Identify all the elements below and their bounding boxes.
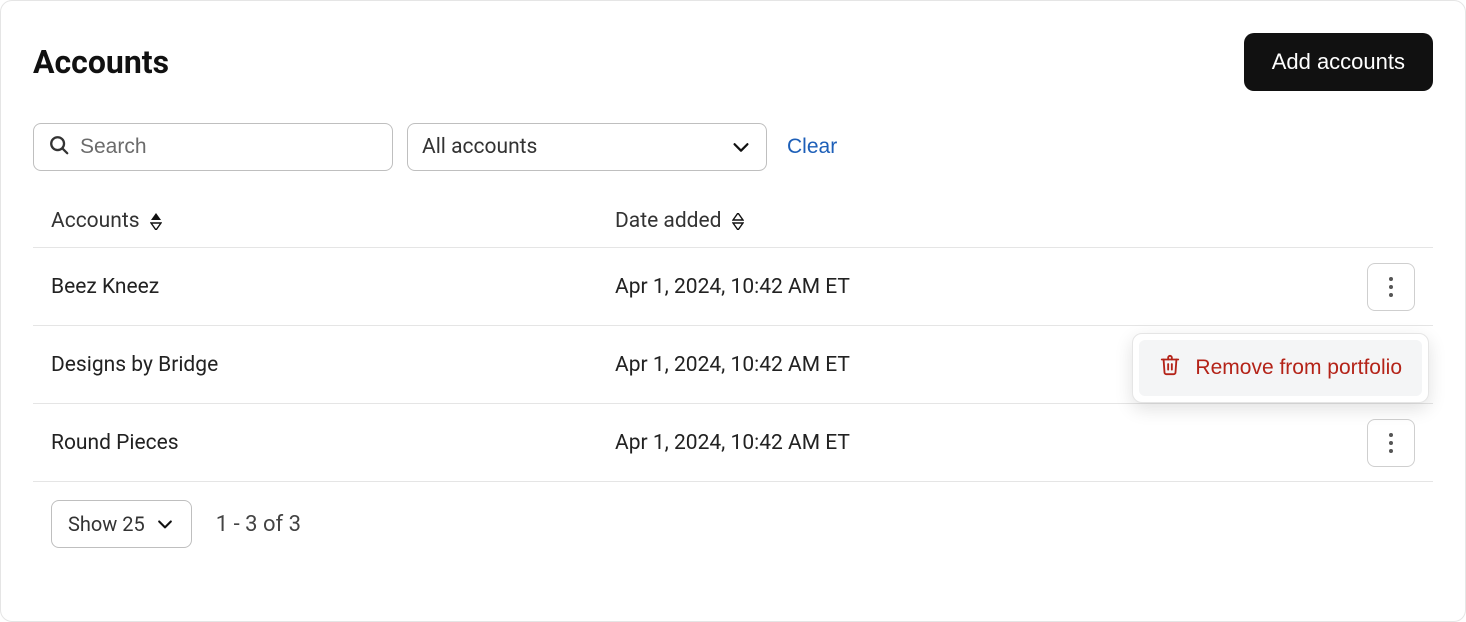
search-input-wrapper[interactable] (33, 123, 393, 171)
remove-from-portfolio-label: Remove from portfolio (1195, 356, 1402, 380)
cell-account-name: Beez Kneez (51, 275, 615, 299)
more-vertical-icon (1389, 433, 1393, 453)
column-header-date-label: Date added (615, 209, 722, 233)
table-header: Accounts Date added (33, 199, 1433, 248)
page-size-select[interactable]: Show 25 (51, 500, 192, 548)
add-accounts-button[interactable]: Add accounts (1244, 33, 1433, 91)
cell-date-added: Apr 1, 2024, 10:42 AM ET (615, 275, 1343, 299)
cell-account-name: Designs by Bridge (51, 353, 615, 377)
filters-row: All accounts Clear (33, 123, 1433, 171)
account-filter-selected-label: All accounts (422, 135, 537, 159)
pagination-range: 1 - 3 of 3 (216, 512, 301, 537)
clear-filters-button[interactable]: Clear (781, 135, 843, 159)
column-header-accounts[interactable]: Accounts (51, 209, 615, 233)
header-row: Accounts Add accounts (33, 33, 1433, 91)
chevron-down-icon (730, 136, 752, 158)
table-row: Round Pieces Apr 1, 2024, 10:42 AM ET (33, 404, 1433, 482)
chevron-down-icon (155, 514, 175, 534)
cell-date-added: Apr 1, 2024, 10:42 AM ET (615, 431, 1343, 455)
sort-icon (150, 213, 162, 230)
search-input[interactable] (80, 135, 378, 159)
table-footer: Show 25 1 - 3 of 3 (33, 482, 1433, 548)
column-header-accounts-label: Accounts (51, 209, 140, 233)
page-title: Accounts (33, 43, 169, 81)
sort-icon (732, 213, 744, 230)
row-actions-popover: Remove from portfolio (1132, 333, 1429, 403)
row-actions-button[interactable] (1367, 263, 1415, 311)
accounts-card: Accounts Add accounts All accounts Clear (0, 0, 1466, 622)
row-actions-button[interactable] (1367, 419, 1415, 467)
trash-icon (1159, 354, 1181, 382)
cell-account-name: Round Pieces (51, 431, 615, 455)
column-header-actions (1343, 209, 1415, 233)
page-size-label: Show 25 (68, 512, 145, 536)
remove-from-portfolio-button[interactable]: Remove from portfolio (1139, 340, 1422, 396)
search-icon (48, 134, 70, 160)
table-row: Beez Kneez Apr 1, 2024, 10:42 AM ET (33, 248, 1433, 326)
column-header-date-added[interactable]: Date added (615, 209, 1343, 233)
more-vertical-icon (1389, 277, 1393, 297)
account-filter-select[interactable]: All accounts (407, 123, 767, 171)
